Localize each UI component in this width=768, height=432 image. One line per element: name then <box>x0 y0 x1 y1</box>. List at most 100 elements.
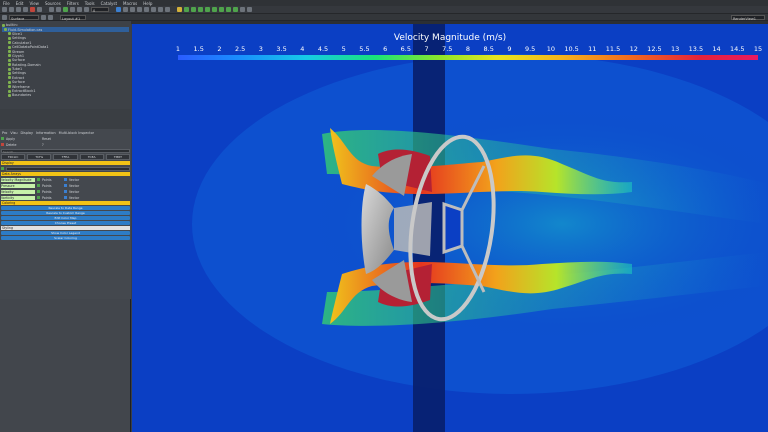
reset-label[interactable]: Reset <box>42 137 76 141</box>
extract-level-icon[interactable] <box>247 7 252 12</box>
display-field[interactable] <box>6 166 130 171</box>
delete-icon[interactable] <box>1 143 4 146</box>
visibility-eye-icon[interactable] <box>8 89 11 93</box>
vector-check-icon[interactable] <box>64 190 67 193</box>
rescale-icon[interactable] <box>48 14 53 20</box>
array-name[interactable]: Velocity <box>1 189 35 194</box>
connect-icon[interactable] <box>37 7 42 12</box>
visibility-eye-icon[interactable] <box>8 80 11 84</box>
mode-button-tcfg[interactable]: TCFG <box>27 154 52 160</box>
visibility-eye-icon[interactable] <box>8 63 11 67</box>
search-input[interactable]: Search... <box>1 148 130 154</box>
menu-item-sources[interactable]: Sources <box>45 1 61 6</box>
vector-check-icon[interactable] <box>64 196 67 199</box>
visibility-eye-icon[interactable] <box>8 41 11 45</box>
redo-icon[interactable] <box>23 7 28 12</box>
array-name[interactable]: Velocity Magnitude <box>1 177 35 182</box>
clip-icon[interactable] <box>191 7 196 12</box>
visibility-eye-icon[interactable] <box>8 36 11 40</box>
last-frame-icon[interactable] <box>77 7 82 12</box>
show-color-legend-button[interactable]: Show Color Legend <box>1 231 130 235</box>
extract-subset-icon[interactable] <box>212 7 217 12</box>
group-icon[interactable] <box>240 7 245 12</box>
points-check-icon[interactable] <box>37 190 40 193</box>
tab-multi-block-inspector[interactable]: Multi-block Inspector <box>59 131 94 135</box>
vector-check-icon[interactable] <box>64 178 67 181</box>
section-coloring[interactable]: Coloring <box>1 201 130 205</box>
visibility-eye-icon[interactable] <box>8 45 11 49</box>
visibility-eye-icon[interactable] <box>8 54 11 58</box>
visibility-eye-icon[interactable] <box>8 71 11 75</box>
points-check-icon[interactable] <box>37 184 40 187</box>
tab-pro[interactable]: Pro <box>2 131 7 135</box>
visibility-eye-icon[interactable] <box>8 85 11 89</box>
menu-item-filters[interactable]: Filters <box>67 1 79 6</box>
rotate-icon[interactable] <box>165 7 170 12</box>
menu-item-edit[interactable]: Edit <box>16 1 24 6</box>
array-name[interactable]: Vorticity <box>1 195 35 200</box>
camera-reset-icon[interactable] <box>116 7 121 12</box>
visibility-eye-icon[interactable] <box>8 58 11 62</box>
visibility-eye-icon[interactable] <box>8 76 11 80</box>
tab-information[interactable]: Information <box>36 131 56 135</box>
undo-icon[interactable] <box>16 7 21 12</box>
visibility-eye-icon[interactable] <box>8 32 11 36</box>
loop-icon[interactable] <box>84 7 89 12</box>
mode-button-tcea[interactable]: TCEA <box>79 154 104 160</box>
rescale-data-range-button[interactable]: Rescale to Data Range <box>1 206 130 210</box>
section-data-arrays[interactable]: Data Arrays <box>1 172 130 176</box>
menu-item-catalyst[interactable]: Catalyst <box>101 1 117 6</box>
mode-button-trclic[interactable]: TRCLIC <box>1 154 26 160</box>
menu-item-tools[interactable]: Tools <box>85 1 95 6</box>
tab-visu[interactable]: Visu <box>10 131 17 135</box>
color-by-icon[interactable] <box>2 14 7 20</box>
section-styling[interactable]: Styling <box>1 226 130 230</box>
first-frame-icon[interactable] <box>49 7 54 12</box>
apply-label[interactable]: Apply <box>6 137 40 141</box>
menu-item-view[interactable]: View <box>29 1 39 6</box>
array-name[interactable]: Pressure <box>1 183 35 188</box>
scalar-coloring-button[interactable]: Scalar Coloring <box>1 236 130 240</box>
render-view[interactable]: Velocity Magnitude (m/s) 1 1.5 2 2.5 3 3.5 4 4.… <box>132 24 768 432</box>
visibility-eye-icon[interactable] <box>2 23 5 27</box>
vector-check-icon[interactable] <box>64 184 67 187</box>
calculator-icon[interactable] <box>177 7 182 12</box>
time-input[interactable]: 0 <box>91 7 109 13</box>
view-z-plus-icon[interactable] <box>151 7 156 12</box>
rescale-custom-range-button[interactable]: Rescale to Custom Range <box>1 211 130 215</box>
mode-button-tfea[interactable]: TFEA <box>53 154 78 160</box>
threshold-icon[interactable] <box>205 7 210 12</box>
menu-item-file[interactable]: File <box>3 1 10 6</box>
view-z-minus-icon[interactable] <box>158 7 163 12</box>
edit-color-map-button[interactable]: Edit Color Map <box>1 216 130 220</box>
render-view-tab[interactable]: RenderView1 <box>731 14 765 21</box>
view-y-minus-icon[interactable] <box>144 7 149 12</box>
delete-label[interactable]: Delete <box>6 143 40 147</box>
menu-item-macros[interactable]: Macros <box>123 1 137 6</box>
visibility-eye-icon[interactable] <box>8 67 11 71</box>
slice-icon[interactable] <box>198 7 203 12</box>
play-icon[interactable] <box>63 7 68 12</box>
view-x-minus-icon[interactable] <box>130 7 135 12</box>
mode-button-tmrt[interactable]: TMRT <box>105 154 131 160</box>
apply-icon[interactable] <box>1 137 4 140</box>
glyph-icon[interactable] <box>219 7 224 12</box>
edit-colormap-icon[interactable] <box>41 14 46 20</box>
points-check-icon[interactable] <box>37 178 40 181</box>
stream-tracer-icon[interactable] <box>226 7 231 12</box>
layout-tab[interactable]: Layout #1 <box>60 14 86 21</box>
visibility-eye-icon[interactable] <box>8 50 11 54</box>
section-display[interactable]: Display <box>1 161 130 165</box>
warp-icon[interactable] <box>233 7 238 12</box>
visibility-eye-icon[interactable] <box>4 28 7 32</box>
view-y-plus-icon[interactable] <box>137 7 142 12</box>
contour-icon[interactable] <box>184 7 189 12</box>
help-label[interactable]: ? <box>42 143 76 147</box>
next-frame-icon[interactable] <box>70 7 75 12</box>
points-check-icon[interactable] <box>37 196 40 199</box>
representation-select[interactable]: Surface <box>9 14 39 21</box>
menu-item-help[interactable]: Help <box>143 1 152 6</box>
stop-icon[interactable] <box>30 7 35 12</box>
visibility-eye-icon[interactable] <box>8 93 11 97</box>
choose-preset-button[interactable]: Choose Preset <box>1 221 130 225</box>
